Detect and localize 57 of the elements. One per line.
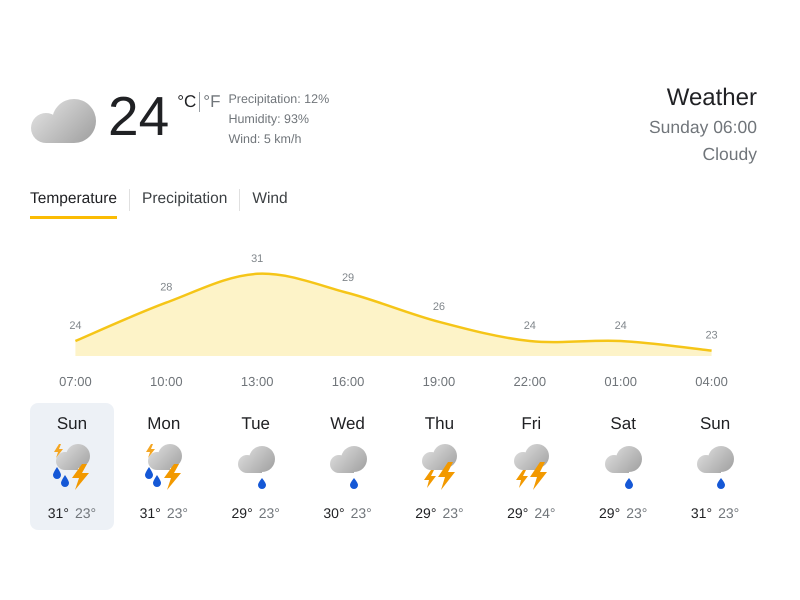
high-temperature: 31° (140, 505, 161, 521)
high-temperature: 30° (323, 505, 345, 521)
date-time: Sunday 06:00 (648, 116, 757, 139)
time-label: 04:00 (695, 374, 728, 389)
day-name: Sat (610, 413, 636, 435)
time-label: 22:00 (514, 374, 546, 389)
low-temperature: 23° (74, 505, 96, 521)
cloud-rain-lightning-icon (52, 442, 92, 490)
temperature-label: 29 (342, 272, 354, 284)
temperature-label: 28 (160, 282, 172, 294)
low-temperature: 23° (166, 505, 188, 521)
temperature-label: 26 (432, 300, 446, 313)
day-name: Mon (147, 413, 180, 435)
low-temperature: 23° (258, 505, 280, 521)
cloud-rain-lightning-icon (144, 442, 184, 490)
high-temperature: 29° (599, 505, 620, 521)
unit-toggle[interactable]: °F (199, 92, 224, 112)
day-name: Fri (521, 413, 542, 435)
widget-title: Weather (666, 83, 757, 113)
time-label: 19:00 (422, 374, 456, 389)
time-label: 07:00 (59, 374, 92, 389)
weather-detail: Precipitation: 12% (228, 91, 330, 108)
high-temperature: 29° (415, 505, 436, 521)
low-temperature: 23° (718, 505, 740, 521)
tab[interactable]: Precipitation (142, 182, 228, 219)
day-name: Wed (330, 413, 365, 435)
high-temperature: 29° (507, 505, 528, 521)
condition-text: Cloudy (702, 143, 757, 166)
day-name: Sun (700, 413, 730, 435)
high-temperature: 31° (690, 505, 712, 521)
low-temperature: 24° (534, 505, 556, 521)
temperature-label: 23 (705, 330, 718, 342)
day-name: Thu (424, 413, 454, 435)
current-temperature: 24 (108, 84, 170, 148)
low-temperature: 23° (442, 505, 464, 521)
tab[interactable]: Wind (252, 182, 288, 219)
low-temperature: 23° (350, 505, 372, 521)
time-label: 13:00 (240, 374, 274, 389)
cloud-lightning-icon (419, 442, 460, 490)
time-label: 16:00 (332, 374, 364, 389)
low-temperature: 23° (626, 505, 648, 521)
time-label: 10:00 (150, 374, 183, 389)
temperature-label: 31 (251, 252, 264, 265)
unit-toggle[interactable]: °C (174, 92, 200, 112)
high-temperature: 31° (48, 505, 69, 521)
temperature-label: 24 (614, 320, 627, 332)
time-label: 01:00 (604, 374, 637, 389)
weather-detail: Humidity: 93% (228, 111, 310, 128)
day-name: Sun (56, 413, 88, 435)
high-temperature: 29° (232, 505, 253, 521)
temperature-label: 24 (69, 320, 82, 332)
day-name: Tue (241, 413, 270, 435)
tab[interactable]: Temperature (30, 182, 118, 219)
day-card[interactable]: Sun 31° 23° (30, 403, 114, 530)
temperature-label: 24 (524, 320, 536, 332)
cloud-lightning-icon (511, 442, 552, 490)
weather-detail: Wind: 5 km/h (228, 131, 302, 148)
